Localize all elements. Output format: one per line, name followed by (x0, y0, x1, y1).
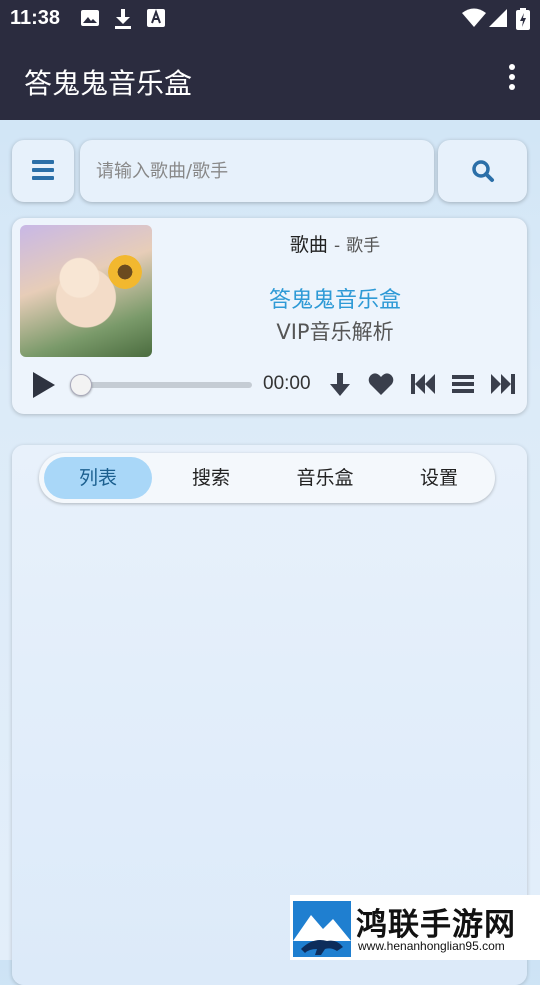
heart-icon[interactable] (368, 372, 394, 396)
progress-track[interactable] (80, 382, 252, 388)
more-vert-icon[interactable] (506, 64, 518, 96)
tab-music-box[interactable]: 音乐盒 (271, 457, 379, 499)
song-info: 歌曲 - 歌手 (152, 230, 518, 257)
download-icon[interactable] (329, 372, 351, 398)
download-icon (115, 9, 131, 29)
song-title: 歌曲 (289, 234, 328, 256)
app-bar: 答鬼鬼音乐盒 (0, 38, 540, 120)
play-icon[interactable] (32, 370, 56, 400)
signal-icon (489, 9, 507, 27)
status-time: 11:38 (10, 7, 61, 29)
tab-list[interactable]: 列表 (44, 457, 152, 499)
watermark-logo-icon (293, 901, 351, 957)
watermark: 鸿联手游网 www.henanhonglian95.com (290, 895, 540, 960)
tab-settings[interactable]: 设置 (385, 457, 493, 499)
search-box (80, 140, 434, 202)
wifi-icon (462, 8, 486, 27)
watermark-url: www.henanhonglian95.com (358, 939, 505, 953)
search-button[interactable] (438, 140, 527, 202)
menu-button[interactable] (12, 140, 74, 202)
player-card: 歌曲 - 歌手 答鬼鬼音乐盒 VIP音乐解析 00:00 (12, 218, 527, 414)
search-input[interactable] (80, 140, 434, 202)
app-title: 答鬼鬼音乐盒 (24, 67, 193, 100)
previous-icon[interactable] (410, 372, 436, 396)
battery-icon (516, 8, 530, 30)
hamburger-icon (32, 160, 54, 180)
brand-text: 答鬼鬼音乐盒 (268, 288, 401, 313)
font-icon (147, 9, 165, 27)
playlist-icon[interactable] (452, 374, 474, 394)
song-artist: 歌手 (346, 236, 381, 256)
search-icon (472, 160, 494, 182)
image-icon (81, 10, 99, 26)
album-cover (20, 225, 152, 357)
vip-subtitle: VIP音乐解析 (276, 320, 394, 344)
progress-handle[interactable] (70, 374, 92, 396)
watermark-title: 鸿联手游网 (356, 907, 516, 943)
next-icon[interactable] (490, 372, 516, 396)
time-display: 00:00 (263, 373, 311, 394)
tab-bar: 列表 搜索 音乐盒 设置 (39, 453, 495, 503)
status-bar: 11:38 (0, 0, 540, 38)
song-separator: - (333, 236, 341, 256)
tab-search[interactable]: 搜索 (157, 457, 265, 499)
